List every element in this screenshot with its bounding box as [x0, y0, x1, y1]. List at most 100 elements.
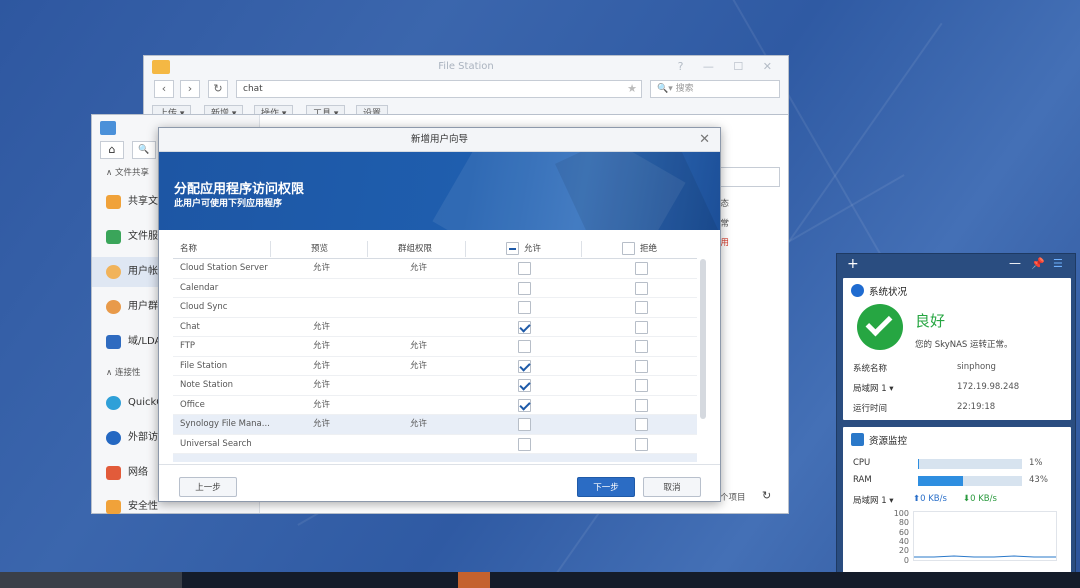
back-button[interactable]: ‹: [154, 80, 174, 98]
preview-value: 允许: [313, 380, 331, 390]
allow-checkbox[interactable]: [518, 281, 531, 295]
deny-checkbox[interactable]: [635, 262, 648, 275]
quickconnect-icon: [106, 396, 121, 410]
deny-checkbox[interactable]: [635, 437, 648, 451]
wizard-titlebar: 新增用户向导 ✕: [159, 128, 720, 152]
prev-button[interactable]: 上一步: [179, 477, 237, 497]
lan-dropdown[interactable]: 局域网 1 ▾: [853, 382, 894, 394]
table-row[interactable]: Calendar: [173, 279, 697, 298]
search-input[interactable]: 🔍▾ 搜索: [650, 80, 780, 98]
field-value: 172.19.98.248: [957, 382, 1020, 392]
deny-checkbox[interactable]: [635, 281, 648, 295]
table-row[interactable]: FTP 允许 允许: [173, 337, 697, 357]
add-user-wizard[interactable]: 新增用户向导 ✕ 分配应用程序访问权限 此用户可使用下列应用程序 名称 预览 群…: [158, 127, 721, 502]
deny-checkbox[interactable]: [635, 398, 648, 412]
table-row-partial: [173, 454, 697, 462]
deny-checkbox[interactable]: [635, 340, 648, 353]
file-station-titlebar: File Station ? — ☐ ✕: [144, 56, 788, 78]
download-rate: ⬇0 KB/s: [963, 494, 997, 504]
section-label: 文件共享: [114, 168, 149, 178]
allow-all-checkbox[interactable]: [506, 242, 519, 255]
address-bar[interactable]: chat ★: [236, 80, 642, 98]
allow-checkbox[interactable]: [518, 359, 531, 373]
allow-checkbox[interactable]: [518, 437, 531, 451]
allow-checkbox[interactable]: [518, 262, 531, 275]
upload-value: 0 KB/s: [920, 494, 947, 504]
ram-bar: [918, 476, 1022, 486]
star-icon[interactable]: ★: [627, 81, 637, 97]
traffic-line: [914, 555, 1056, 558]
axis-tick: 60: [898, 527, 909, 537]
right-search-input[interactable]: [712, 167, 780, 187]
table-row[interactable]: Cloud Station Server 允许 允许: [173, 259, 697, 279]
add-widget-icon[interactable]: +: [847, 256, 859, 272]
refresh-icon[interactable]: ↻: [762, 489, 771, 502]
table-row[interactable]: Synology File Mana... 允许 允许: [173, 415, 697, 435]
allow-checkbox[interactable]: [518, 398, 531, 412]
check-icon: [857, 304, 903, 350]
deny-checkbox[interactable]: [635, 359, 648, 373]
folder-icon: [152, 60, 170, 74]
minimize-icon[interactable]: —: [1009, 256, 1021, 270]
deny-all-checkbox[interactable]: [622, 242, 635, 255]
taskbar-item[interactable]: [458, 572, 490, 588]
cpu-label: CPU: [853, 458, 871, 468]
file-station-title: File Station: [438, 61, 494, 72]
table-row[interactable]: File Station 允许 允许: [173, 357, 697, 376]
group-value: 允许: [410, 263, 428, 273]
widget-panel[interactable]: + — 📌 ☰ 系统状况 良好 您的 SkyNAS 运转正常。 系统名称 sin…: [836, 253, 1076, 579]
allow-checkbox[interactable]: [518, 418, 531, 431]
globe-icon: [106, 431, 121, 445]
card-title: 系统状况: [869, 287, 908, 298]
next-button[interactable]: 下一步: [577, 477, 635, 497]
shared-folder-icon: [106, 195, 121, 209]
app-name: Synology File Mana...: [180, 419, 270, 429]
table-scrollbar[interactable]: [700, 259, 706, 419]
forward-button[interactable]: ›: [180, 80, 200, 98]
app-name: Note Station: [180, 380, 234, 390]
table-row[interactable]: Note Station 允许: [173, 376, 697, 396]
table-row[interactable]: Universal Search: [173, 435, 697, 454]
table-header: 名称 预览 群组权限 允许 拒绝: [173, 239, 697, 259]
home-button[interactable]: ⌂: [100, 141, 124, 159]
window-controls[interactable]: ? — ☐ ✕: [678, 56, 780, 78]
card-title: 资源监控: [869, 436, 908, 447]
axis-tick: 0: [903, 555, 909, 565]
taskbar-item[interactable]: [0, 572, 182, 588]
shield-icon: [106, 500, 121, 514]
allow-checkbox[interactable]: [518, 379, 531, 392]
app-name: Cloud Sync: [180, 302, 228, 312]
sidebar-item-label: 网络: [128, 467, 148, 478]
field-label: 运行时间: [853, 404, 888, 414]
section-label: 连接性: [114, 368, 141, 378]
pin-icon[interactable]: 📌: [1031, 257, 1045, 270]
table-row[interactable]: Chat 允许: [173, 318, 697, 337]
preview-value: 允许: [313, 321, 331, 332]
lan-monitor-dropdown[interactable]: 局域网 1 ▾: [853, 494, 894, 506]
deny-checkbox[interactable]: [635, 418, 648, 431]
deny-checkbox[interactable]: [635, 301, 648, 314]
axis-tick: 20: [898, 546, 909, 556]
download-value: 0 KB/s: [970, 494, 997, 504]
traffic-chart: [913, 511, 1057, 561]
sidebar-search-button[interactable]: 🔍: [132, 141, 156, 159]
cancel-button[interactable]: 取消: [643, 477, 701, 497]
close-icon[interactable]: ✕: [699, 128, 710, 152]
allow-checkbox[interactable]: [518, 320, 531, 334]
deny-checkbox[interactable]: [635, 379, 648, 392]
ram-bar-fill: [918, 476, 963, 486]
table-row[interactable]: Office 允许: [173, 396, 697, 415]
preview-value: 允许: [313, 263, 331, 273]
app-name: Calendar: [180, 282, 219, 293]
system-health-title: 系统状况: [851, 284, 907, 298]
widget-settings-icon[interactable]: ☰: [1053, 257, 1063, 270]
axis-tick: 40: [898, 536, 909, 546]
allow-checkbox[interactable]: [518, 301, 531, 314]
table-row[interactable]: Cloud Sync: [173, 298, 697, 318]
deny-checkbox[interactable]: [635, 320, 648, 334]
cpu-bar-fill: [918, 459, 920, 469]
refresh-button[interactable]: ↻: [208, 80, 228, 98]
domain-icon: [106, 335, 121, 349]
allow-checkbox[interactable]: [518, 340, 531, 353]
monitor-icon: [851, 433, 864, 446]
